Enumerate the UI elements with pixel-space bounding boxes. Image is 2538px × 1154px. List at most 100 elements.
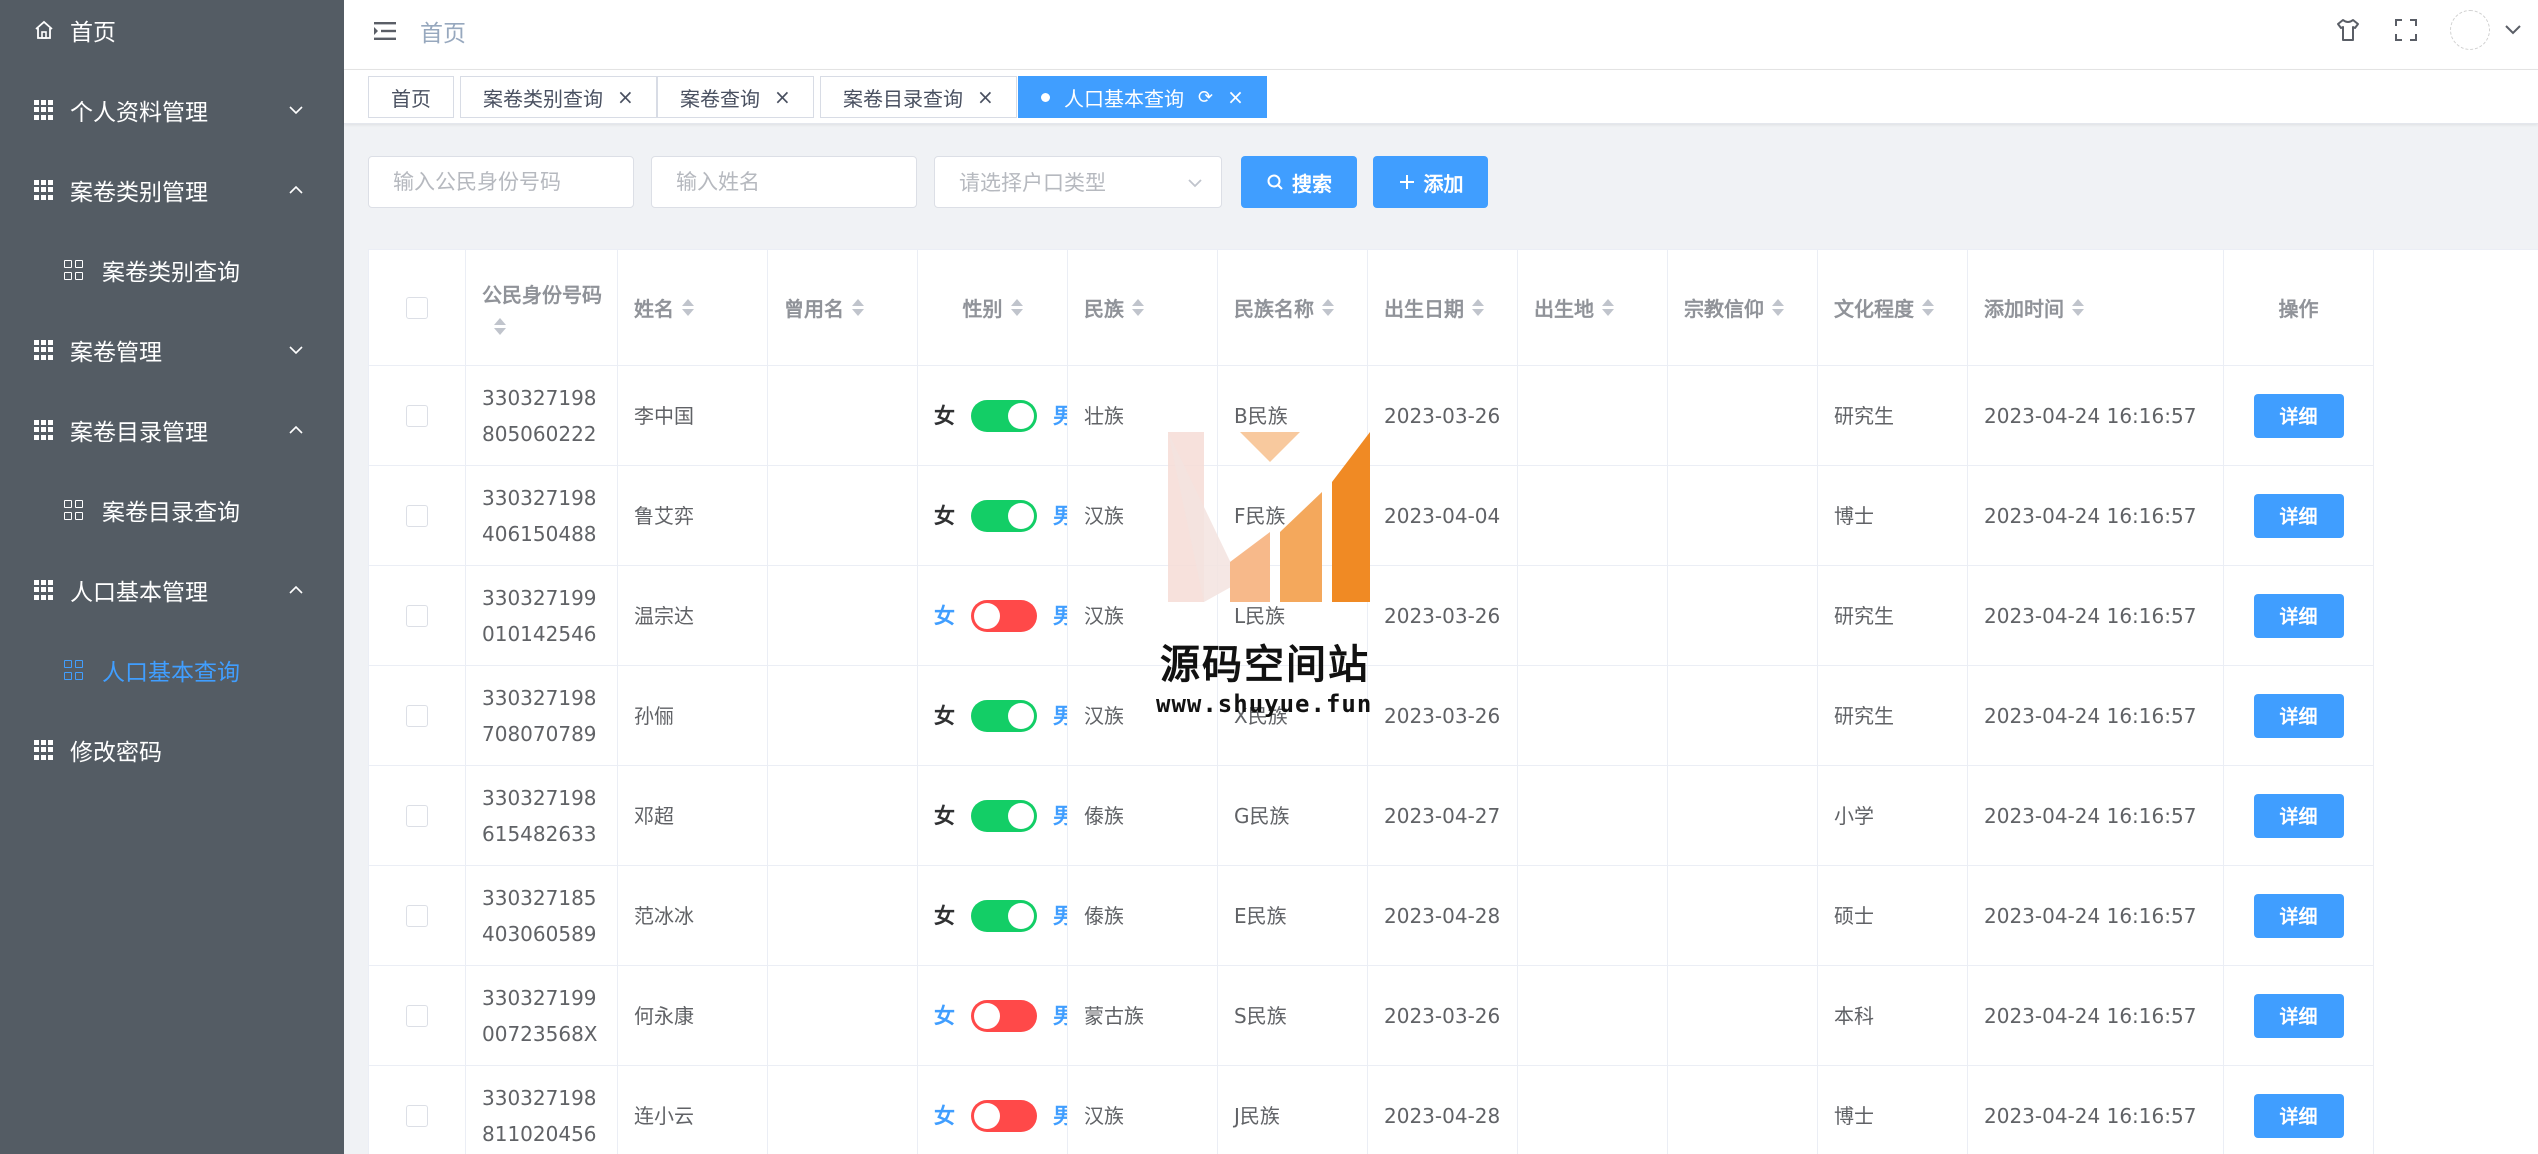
tab-home[interactable]: 首页: [368, 76, 454, 118]
home-icon: [35, 20, 53, 39]
table-row-select: [369, 766, 466, 866]
column-title: 文化程度: [1834, 297, 1914, 321]
row-checkbox[interactable]: [406, 604, 428, 627]
cell-added: 2023-04-24 16:16:57: [1968, 1066, 2224, 1154]
sort-caret-icon[interactable]: [494, 318, 506, 336]
menu-toggle-icon[interactable]: [372, 18, 398, 44]
detail-button[interactable]: 详细: [2253, 693, 2344, 738]
add-label: 添加: [1423, 173, 1464, 196]
cell-id: 330327198708070789: [466, 666, 618, 766]
gender-switch[interactable]: [971, 899, 1037, 932]
add-button[interactable]: 添加: [1373, 156, 1488, 208]
sort-caret-icon[interactable]: [1010, 298, 1023, 317]
gender-switch[interactable]: [971, 599, 1037, 632]
sort-caret-icon[interactable]: [1772, 298, 1784, 317]
col-name-header: 姓名: [618, 250, 768, 366]
sidebar-item-1[interactable]: 个人资料管理: [0, 70, 344, 150]
search-button[interactable]: 搜索: [1241, 156, 1357, 208]
cell-education: 研究生: [1818, 366, 1968, 466]
row-checkbox[interactable]: [406, 404, 428, 427]
column-title: 性别: [962, 297, 1003, 321]
theme-skin-icon[interactable]: [2334, 16, 2362, 44]
refresh-icon[interactable]: ⟳: [1198, 87, 1213, 108]
cell-added: 2023-04-24 16:16:57: [1968, 566, 2224, 666]
column-title: 民族名称: [1234, 297, 1314, 321]
chevron-up-icon: [289, 585, 303, 594]
close-icon[interactable]: ×: [1227, 85, 1244, 109]
breadcrumb[interactable]: 首页: [420, 14, 466, 48]
avatar[interactable]: [2450, 10, 2490, 50]
row-checkbox[interactable]: [406, 904, 428, 927]
row-checkbox[interactable]: [406, 704, 428, 727]
gender-switch[interactable]: [971, 799, 1037, 832]
sidebar-item-label: 修改密码: [70, 740, 162, 766]
sidebar-item-4[interactable]: 案卷管理: [0, 310, 344, 390]
row-checkbox[interactable]: [406, 1104, 428, 1127]
row-checkbox[interactable]: [406, 804, 428, 827]
cell-education: 博士: [1818, 1066, 1968, 1154]
tab-file-query[interactable]: 案卷查询 ×: [657, 76, 814, 118]
fullscreen-icon[interactable]: [2392, 16, 2420, 44]
detail-button[interactable]: 详细: [2253, 793, 2344, 838]
col-former-name-header: 曾用名: [768, 250, 918, 366]
sidebar-item-2[interactable]: 案卷类别管理: [0, 150, 344, 230]
gender-switch[interactable]: [971, 499, 1037, 532]
tab-population-query[interactable]: 人口基本查询 ⟳ ×: [1018, 76, 1267, 118]
tab-category-query[interactable]: 案卷类别查询 ×: [460, 76, 657, 118]
gender-switch[interactable]: [971, 699, 1037, 732]
sidebar: 首页 个人资料管理 案卷类别管理 案卷类别查询 案卷管理 案卷目录管理 案卷目录查询 人口基本…: [0, 0, 344, 1154]
hukou-type-select[interactable]: 请选择户口类型: [934, 156, 1222, 208]
cell-former: [768, 666, 918, 766]
detail-button[interactable]: 详细: [2253, 493, 2344, 538]
sort-caret-icon[interactable]: [1132, 298, 1144, 317]
detail-button[interactable]: 详细: [2253, 893, 2344, 938]
sidebar-item-0[interactable]: 首页: [0, 0, 344, 70]
gender-switch[interactable]: [971, 999, 1037, 1032]
close-icon[interactable]: ×: [977, 85, 994, 109]
close-icon[interactable]: ×: [617, 85, 634, 109]
row-checkbox[interactable]: [406, 504, 428, 527]
row-checkbox[interactable]: [406, 1004, 428, 1027]
table-row-select: [369, 566, 466, 666]
name-input[interactable]: [651, 156, 917, 208]
gender-switch[interactable]: [971, 1099, 1037, 1132]
chevron-down-icon: [1188, 179, 1202, 188]
sort-caret-icon[interactable]: [852, 298, 864, 317]
sort-caret-icon[interactable]: [2072, 298, 2084, 317]
sidebar-item-7[interactable]: 人口基本管理: [0, 550, 344, 630]
id-number-input[interactable]: [368, 156, 634, 208]
actions-cell: 详细: [2224, 366, 2374, 466]
table-row-select: [369, 1066, 466, 1154]
col-ethnic-header: 民族: [1068, 250, 1218, 366]
cell-birthplace: [1518, 766, 1668, 866]
cell-birth: 2023-04-27: [1368, 766, 1518, 866]
submenu-icon: [64, 660, 84, 680]
sidebar-item-3[interactable]: 案卷类别查询: [0, 230, 344, 310]
sort-caret-icon[interactable]: [1322, 298, 1334, 317]
sidebar-item-9[interactable]: 修改密码: [0, 710, 344, 790]
chevron-up-icon: [289, 185, 303, 194]
select-all-checkbox[interactable]: [406, 296, 428, 319]
close-icon[interactable]: ×: [774, 85, 791, 109]
sort-caret-icon[interactable]: [1602, 298, 1614, 317]
detail-button[interactable]: 详细: [2253, 393, 2344, 438]
gender-switch[interactable]: [971, 399, 1037, 432]
detail-button[interactable]: 详细: [2253, 993, 2344, 1038]
cell-ethnic: 傣族: [1068, 866, 1218, 966]
chevron-down-icon[interactable]: [2502, 18, 2524, 40]
sidebar-item-5[interactable]: 案卷目录管理: [0, 390, 344, 470]
sort-caret-icon[interactable]: [682, 298, 694, 317]
tab-catalog-query[interactable]: 案卷目录查询 ×: [820, 76, 1017, 118]
gender-switch-cell: 女男: [918, 466, 1068, 566]
detail-button[interactable]: 详细: [2253, 1093, 2344, 1138]
detail-button[interactable]: 详细: [2253, 593, 2344, 638]
table-row-select: [369, 966, 466, 1066]
sort-caret-icon[interactable]: [1922, 298, 1934, 317]
cell-added: 2023-04-24 16:16:57: [1968, 366, 2224, 466]
cell-ethnic_name: J民族: [1218, 1066, 1368, 1154]
sidebar-item-6[interactable]: 案卷目录查询: [0, 470, 344, 550]
sidebar-item-8[interactable]: 人口基本查询: [0, 630, 344, 710]
sort-caret-icon[interactable]: [1472, 298, 1484, 317]
chevron-down-icon: [289, 346, 303, 355]
grid-icon: [34, 740, 54, 760]
